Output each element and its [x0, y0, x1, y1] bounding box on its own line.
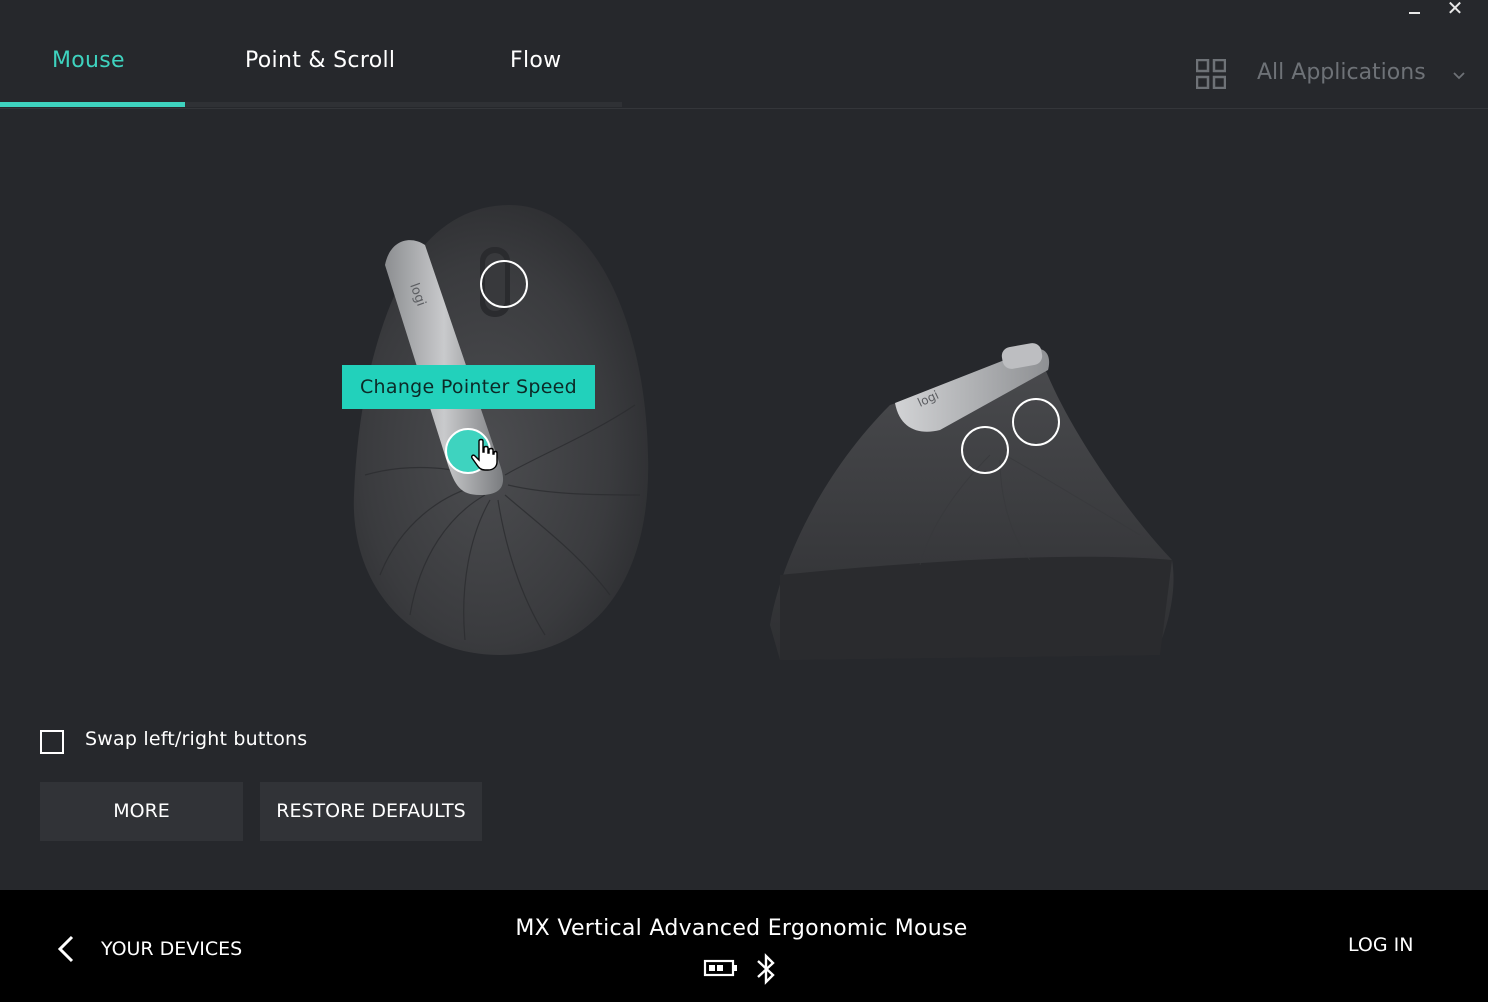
active-tab-indicator [0, 102, 185, 107]
restore-defaults-button[interactable]: RESTORE DEFAULTS [260, 782, 482, 841]
device-name: MX Vertical Advanced Ergonomic Mouse [515, 916, 968, 941]
swap-buttons-label[interactable]: Swap left/right buttons [85, 728, 307, 750]
tab-mouse[interactable]: Mouse [52, 48, 125, 73]
side-back-button-hotspot[interactable] [961, 426, 1009, 474]
chevron-down-icon[interactable] [1452, 68, 1466, 82]
bluetooth-icon [757, 953, 775, 985]
battery-icon [703, 959, 737, 977]
footer-bar: YOUR DEVICES MX Vertical Advanced Ergono… [0, 890, 1488, 1002]
your-devices-link[interactable]: YOUR DEVICES [101, 938, 242, 960]
tab-flow[interactable]: Flow [510, 48, 561, 73]
front-top-button-hotspot[interactable] [480, 260, 528, 308]
hand-cursor-icon [471, 438, 498, 471]
application-selector[interactable]: All Applications [1257, 60, 1426, 85]
tab-bar: Mouse Point & Scroll Flow All Applicatio… [0, 0, 1488, 109]
app-window: ✕ Mouse Point & Scroll Flow All Applicat… [0, 0, 1488, 1002]
tab-bar-divider [0, 108, 1488, 109]
more-button[interactable]: MORE [40, 782, 243, 841]
swap-buttons-checkbox[interactable] [40, 730, 64, 754]
mouse-side-view: logi [770, 343, 1174, 660]
grid-icon[interactable] [1196, 59, 1226, 89]
tab-point-scroll[interactable]: Point & Scroll [245, 48, 395, 73]
login-button[interactable]: LOG IN [1348, 934, 1413, 956]
button-action-tooltip: Change Pointer Speed [342, 365, 595, 409]
side-forward-button-hotspot[interactable] [1012, 398, 1060, 446]
